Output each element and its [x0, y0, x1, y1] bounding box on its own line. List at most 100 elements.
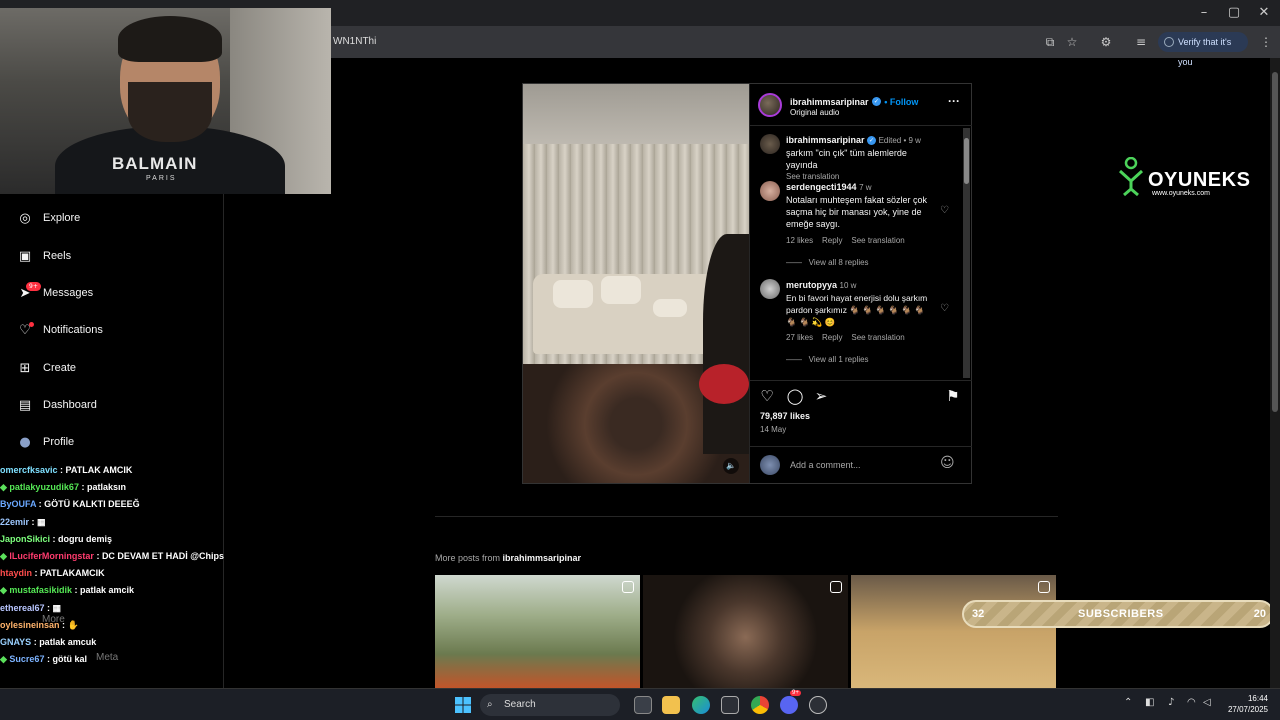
verified-icon: ✓: [867, 136, 877, 146]
sub-badge-icon: ◆: [0, 654, 10, 665]
chat-message: ◆ Sucre67 : götü kal: [0, 654, 87, 665]
verify-identity-button[interactable]: Verify that it's you: [1158, 32, 1248, 67]
chat-message: ByOUFA : GÖTÜ KALKTI DEEEĞ: [0, 499, 140, 510]
comment-text: Notaları muhteşem fakat sözler çok saçma…: [786, 195, 928, 229]
sidebar-item-label: Dashboard: [43, 399, 97, 411]
share-icon[interactable]: ➢: [812, 387, 830, 405]
edge-icon[interactable]: [692, 696, 710, 714]
author-username[interactable]: ibrahimmsaripinar: [790, 97, 869, 107]
sidebar-item-messages[interactable]: ➤ 9+ Messages: [16, 281, 93, 305]
discord-icon[interactable]: 9+: [780, 690, 801, 714]
comment-actions[interactable]: 12 likes Reply See translation: [786, 235, 936, 247]
reading-list-icon[interactable]: ≡: [1133, 34, 1149, 50]
like-count[interactable]: 79,897 likes: [760, 411, 810, 421]
post-thumbnail-1[interactable]: [435, 575, 640, 688]
store-icon[interactable]: [721, 696, 739, 714]
notification-dot: [29, 322, 34, 327]
file-explorer-icon[interactable]: [662, 696, 680, 714]
webcam-overlay: BALMAIN PARIS: [0, 8, 331, 194]
chrome-icon[interactable]: [751, 696, 769, 714]
tray-app-icon[interactable]: ◧: [1145, 697, 1154, 708]
taskbar: ⌕ Search 9+ ⌃ ◧ ♪ ◠ ◁ 16:44 27/07/2025: [0, 688, 1280, 720]
comment-username[interactable]: ibrahimmsaripinar: [786, 135, 865, 145]
chat-text: dogru demiş: [58, 533, 113, 544]
subs-current: 32: [972, 608, 985, 620]
install-app-icon[interactable]: ⧉: [1042, 34, 1058, 50]
extensions-icon[interactable]: ⚙: [1098, 34, 1114, 50]
sidebar-item-label: Profile: [43, 436, 75, 448]
system-clock[interactable]: 16:44 27/07/2025: [1222, 693, 1268, 715]
chat-message: ◆ patlakyuzudik67 : patlaksın: [0, 482, 126, 493]
chat-text: PATLAK AMCIK: [65, 465, 133, 475]
view-replies-link[interactable]: —— View all 1 replies: [786, 354, 936, 366]
sidebar-item-create[interactable]: ⊞ Create: [16, 356, 76, 380]
url-text[interactable]: WN1NThi: [333, 36, 376, 47]
author-avatar[interactable]: [758, 93, 782, 117]
kebab-menu-icon[interactable]: ⋮: [1258, 34, 1274, 50]
volume-icon[interactable]: 🔈: [723, 458, 739, 474]
chat-username: JaponSikici: [0, 533, 51, 544]
discord-badge: 9+: [790, 690, 801, 696]
emoji-icon[interactable]: ☺: [940, 455, 955, 471]
post-side-panel: ibrahimmsaripinar ✓ • Follow Original au…: [749, 84, 972, 483]
taskbar-search[interactable]: ⌕ Search: [480, 694, 620, 716]
sidebar-item-dashboard[interactable]: ▤ Dashboard: [16, 393, 97, 417]
page-scrollbar[interactable]: [1270, 58, 1280, 688]
speaker-icon[interactable]: ◁: [1203, 697, 1211, 708]
sub-badge-icon: ◆: [0, 550, 10, 561]
sidebar-item-profile[interactable]: ● Profile: [16, 430, 74, 454]
reel-icon: [1038, 581, 1050, 593]
post-thumbnail-2[interactable]: [643, 575, 848, 688]
sidebar-item-notifications[interactable]: ♡ Notifications: [16, 318, 103, 342]
comment-username[interactable]: serdengecti1944: [786, 182, 857, 192]
windows-start-icon[interactable]: [455, 697, 471, 713]
chat-message: ◆ lLuciferMorningstar : DC DEVAM ET HADİ…: [0, 550, 225, 561]
avatar[interactable]: [760, 279, 780, 299]
microphone-icon[interactable]: ♪: [1168, 697, 1174, 708]
messages-icon: ➤ 9+: [16, 282, 41, 302]
sidebar-item-label: Notifications: [43, 324, 103, 336]
more-options-icon[interactable]: ···: [948, 94, 960, 108]
more-posts-user[interactable]: ibrahimmsaripinar: [503, 553, 582, 563]
like-icon[interactable]: ♡: [758, 387, 776, 405]
post-thumbnail-3[interactable]: [851, 575, 1056, 688]
reel-video[interactable]: 🔈: [523, 84, 749, 483]
messages-badge: 9+: [26, 282, 41, 291]
bookmark-star-icon[interactable]: ☆: [1064, 34, 1080, 50]
post-date: 14 May: [760, 425, 787, 434]
save-icon[interactable]: ⚑: [944, 387, 962, 405]
comment-like-icon[interactable]: ♡: [940, 303, 949, 315]
chat-username: oylesineinsan: [0, 619, 60, 630]
view-replies-link[interactable]: —— View all 8 replies: [786, 257, 936, 269]
sub-badge-icon: ◆: [0, 585, 10, 596]
sub-badge-icon: ◆: [0, 482, 10, 493]
tray-chevron-icon[interactable]: ⌃: [1124, 697, 1132, 708]
chat-message: GNAYS : patlak amcuk: [0, 636, 97, 647]
chat-text: patlak amcuk: [39, 636, 97, 647]
comment-like-icon[interactable]: ♡: [940, 205, 949, 217]
sidebar-item-explore[interactable]: ◎ Explore: [16, 206, 80, 230]
sidebar-item-reels[interactable]: ▣ Reels: [16, 244, 71, 268]
audio-label[interactable]: Original audio: [790, 108, 839, 117]
wifi-icon[interactable]: ◠: [1187, 697, 1196, 708]
add-comment-input[interactable]: Add a comment...: [790, 460, 861, 470]
task-view-icon[interactable]: [634, 696, 652, 714]
chat-message: 22emir : ▦: [0, 516, 46, 527]
avatar[interactable]: [760, 181, 780, 201]
oyuneks-icon: [1118, 157, 1144, 197]
chat-username: lLuciferMorningstar: [9, 550, 94, 561]
comment-actions[interactable]: 27 likes Reply See translation: [786, 332, 936, 344]
comment-username[interactable]: merutopyya: [786, 280, 837, 290]
comment-icon[interactable]: ◯: [786, 387, 804, 405]
plus-icon: ⊞: [19, 360, 31, 376]
chat-username: patlakyuzudik67: [9, 482, 79, 493]
avatar[interactable]: [760, 134, 780, 154]
comments-scrollbar[interactable]: [963, 128, 970, 378]
chat-text: patlak amcik: [79, 585, 134, 596]
brand-name: OYUNEKS: [1148, 169, 1251, 191]
follow-button[interactable]: • Follow: [884, 97, 918, 107]
comment-meta: 7 w: [859, 183, 872, 192]
obs-icon[interactable]: [809, 696, 827, 714]
close-button[interactable]: ✕: [1246, 4, 1280, 22]
stream-chat-overlay: omercfksavic : PATLAK AMCIK ◆ patlakyuzud…: [0, 462, 260, 668]
